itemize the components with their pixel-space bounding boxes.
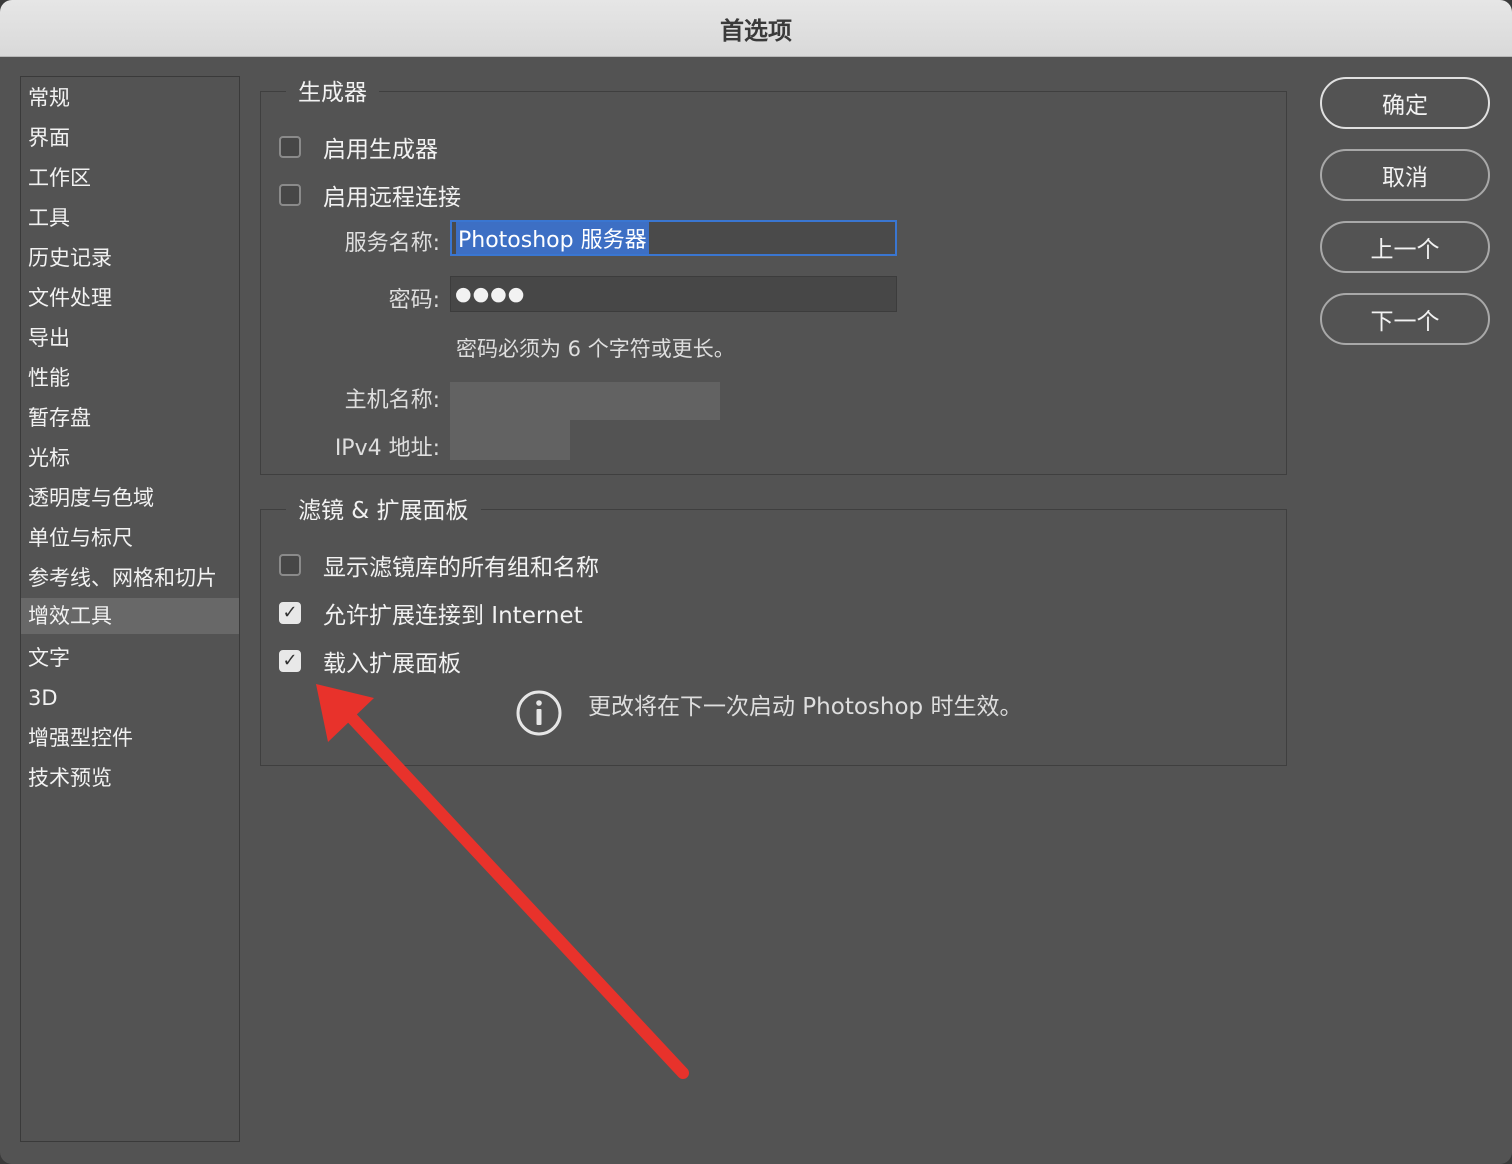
sidebar-item-performance[interactable]: 性能 bbox=[21, 360, 239, 396]
ipv4-label: IPv4 地址: bbox=[334, 436, 440, 461]
service-name-input[interactable]: Photoshop 服务器 bbox=[450, 220, 897, 256]
sidebar-item-file-handling[interactable]: 文件处理 bbox=[21, 280, 239, 316]
sidebar-nav: 常规 界面 工作区 工具 历史记录 文件处理 导出 性能 暂存盘 光标 透明度与… bbox=[20, 76, 240, 1142]
dialog-title: 首选项 bbox=[720, 16, 792, 45]
load-extension-panels-checkbox[interactable]: ✓ bbox=[279, 650, 301, 672]
sidebar-item-transparency[interactable]: 透明度与色域 bbox=[21, 480, 239, 516]
show-all-groups-row[interactable]: 显示滤镜库的所有组和名称 bbox=[279, 548, 599, 582]
sidebar-item-guides-grid[interactable]: 参考线、网格和切片 bbox=[21, 560, 239, 596]
allow-internet-row[interactable]: ✓ 允许扩展连接到 Internet bbox=[279, 596, 583, 630]
enable-generator-label: 启用生成器 bbox=[323, 137, 438, 163]
restart-notice: 更改将在下一次启动 Photoshop 时生效。 bbox=[588, 694, 1023, 720]
sidebar-item-type[interactable]: 文字 bbox=[21, 640, 239, 676]
title-bar: 首选项 bbox=[0, 0, 1512, 57]
sidebar-item-interface[interactable]: 界面 bbox=[21, 120, 239, 156]
sidebar-item-units-rulers[interactable]: 单位与标尺 bbox=[21, 520, 239, 556]
password-hint: 密码必须为 6 个字符或更长。 bbox=[456, 337, 735, 361]
enable-remote-checkbox[interactable] bbox=[279, 184, 301, 206]
enable-generator-checkbox[interactable] bbox=[279, 136, 301, 158]
allow-internet-label: 允许扩展连接到 Internet bbox=[323, 603, 583, 629]
password-label: 密码: bbox=[388, 288, 440, 313]
sidebar-item-plugins[interactable]: 增效工具 bbox=[21, 598, 239, 634]
sidebar-item-tools[interactable]: 工具 bbox=[21, 200, 239, 236]
sidebar-item-enhanced-controls[interactable]: 增强型控件 bbox=[21, 720, 239, 756]
filters-group-title: 滤镜 & 扩展面板 bbox=[286, 496, 481, 526]
sidebar-item-scratch-disks[interactable]: 暂存盘 bbox=[21, 400, 239, 436]
generator-group-title: 生成器 bbox=[286, 78, 379, 108]
service-name-value: Photoshop 服务器 bbox=[456, 222, 649, 254]
password-input[interactable]: ●●●● bbox=[450, 276, 897, 312]
enable-remote-label: 启用远程连接 bbox=[323, 185, 461, 211]
sidebar-item-tech-previews[interactable]: 技术预览 bbox=[21, 760, 239, 796]
load-extension-panels-label: 载入扩展面板 bbox=[323, 651, 461, 677]
service-name-label: 服务名称: bbox=[344, 231, 440, 256]
next-button[interactable]: 下一个 bbox=[1320, 293, 1490, 345]
show-all-groups-label: 显示滤镜库的所有组和名称 bbox=[323, 555, 599, 581]
sidebar-item-cursors[interactable]: 光标 bbox=[21, 440, 239, 476]
prev-button[interactable]: 上一个 bbox=[1320, 221, 1490, 273]
load-extension-panels-row[interactable]: ✓ 载入扩展面板 bbox=[279, 644, 461, 678]
sidebar-item-workspace[interactable]: 工作区 bbox=[21, 160, 239, 196]
enable-remote-row[interactable]: 启用远程连接 bbox=[279, 178, 461, 212]
show-all-groups-checkbox[interactable] bbox=[279, 554, 301, 576]
ok-button[interactable]: 确定 bbox=[1320, 77, 1490, 129]
preferences-dialog: 首选项 常规 界面 工作区 工具 历史记录 文件处理 导出 性能 暂存盘 光标 … bbox=[0, 0, 1512, 1164]
sidebar-item-history[interactable]: 历史记录 bbox=[21, 240, 239, 276]
hostname-redacted bbox=[450, 382, 720, 420]
allow-internet-checkbox[interactable]: ✓ bbox=[279, 602, 301, 624]
sidebar-item-3d[interactable]: 3D bbox=[21, 680, 239, 716]
info-icon bbox=[516, 690, 562, 736]
enable-generator-row[interactable]: 启用生成器 bbox=[279, 130, 438, 164]
sidebar-item-export[interactable]: 导出 bbox=[21, 320, 239, 356]
ipv4-redacted bbox=[450, 420, 570, 460]
cancel-button[interactable]: 取消 bbox=[1320, 149, 1490, 201]
hostname-label: 主机名称: bbox=[344, 388, 440, 413]
password-value: ●●●● bbox=[455, 283, 526, 305]
sidebar-item-general[interactable]: 常规 bbox=[21, 80, 239, 116]
